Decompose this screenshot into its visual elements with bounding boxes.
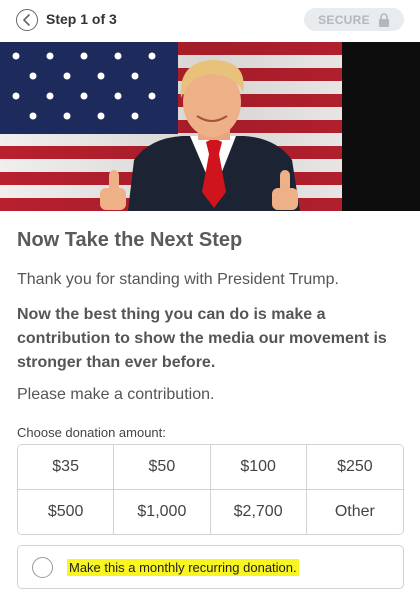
hero-image xyxy=(0,42,420,211)
choose-amount-label: Choose donation amount: xyxy=(17,425,166,440)
back-button[interactable] xyxy=(16,9,38,31)
amount-option-500[interactable]: $500 xyxy=(18,489,115,534)
main-content: Now Take the Next Step Thank you for sta… xyxy=(17,229,403,404)
amount-option-100[interactable]: $100 xyxy=(210,445,307,490)
please-text: Please make a contribution. xyxy=(17,386,215,403)
secure-label: SECURE xyxy=(318,12,370,27)
recurring-radio[interactable] xyxy=(32,556,53,578)
amount-option-1000[interactable]: $1,000 xyxy=(114,489,211,534)
step-indicator: Step 1 of 3 xyxy=(46,11,117,27)
recurring-donation-option[interactable]: Make this a monthly recurring donation. xyxy=(17,545,404,589)
amount-option-250[interactable]: $250 xyxy=(306,445,403,490)
secure-badge: SECURE xyxy=(304,8,404,31)
top-bar: Step 1 of 3 SECURE xyxy=(0,0,420,40)
amount-option-50[interactable]: $50 xyxy=(114,445,211,490)
hero-photo xyxy=(0,42,420,211)
lock-icon xyxy=(378,12,389,27)
thank-you-text: Thank you for standing with President Tr… xyxy=(17,271,339,288)
amount-option-2700[interactable]: $2,700 xyxy=(210,489,307,534)
amount-option-other[interactable]: Other xyxy=(306,489,403,534)
page-title: Now Take the Next Step xyxy=(17,229,243,251)
pitch-text: Now the best thing you can do is make a … xyxy=(17,306,387,371)
recurring-donation-label: Make this a monthly recurring donation. xyxy=(67,558,299,576)
amount-option-35[interactable]: $35 xyxy=(18,445,115,490)
donation-amount-grid: $35 $50 $100 $250 $500 $1,000 $2,700 Oth… xyxy=(17,444,404,535)
chevron-left-icon xyxy=(23,14,30,26)
